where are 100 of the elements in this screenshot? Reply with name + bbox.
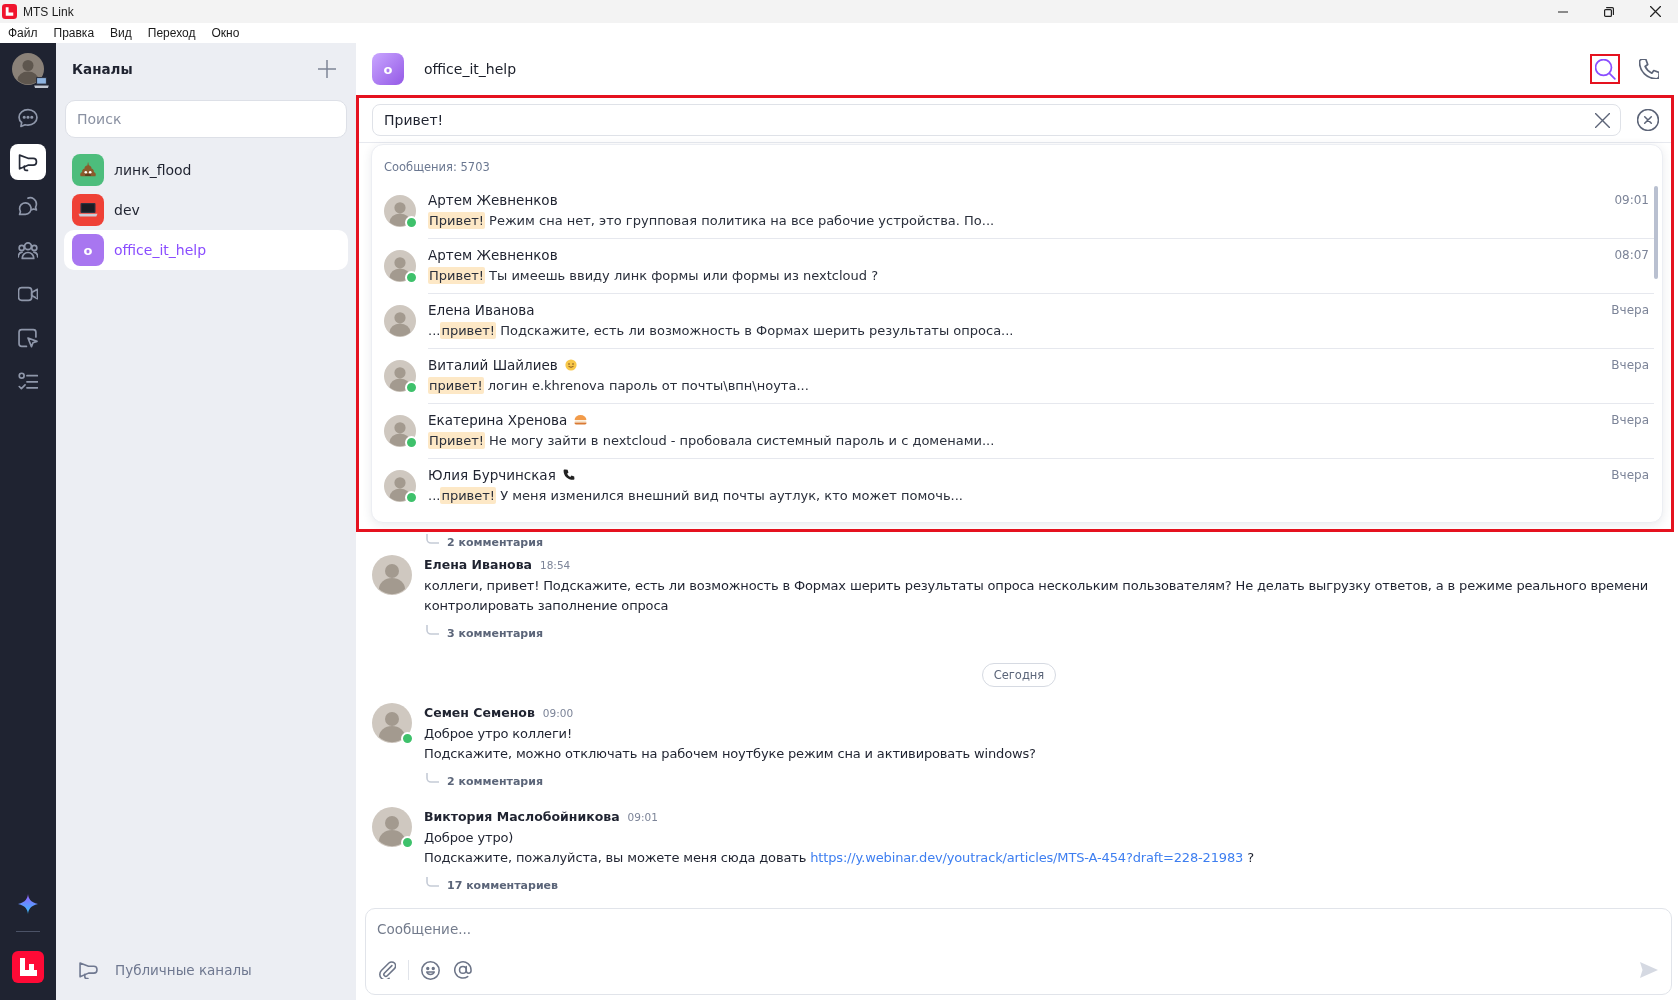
menu-item[interactable]: Вид	[103, 23, 139, 43]
message-link[interactable]: https://y.webinar.dev/youtrack/articles/MTS-A-454?draft=228-21983	[810, 850, 1244, 865]
author-name: Артем Жевненков	[428, 192, 558, 208]
clear-search-button[interactable]	[1595, 112, 1610, 128]
author-name: Виталий Шайлиев	[428, 357, 558, 373]
author-name: Елена Иванова	[424, 556, 532, 574]
menu-item[interactable]: Переход	[140, 23, 203, 43]
smiley-icon	[564, 359, 577, 371]
results-count: Сообщения: 5703	[383, 159, 491, 176]
thread-line-icon	[426, 534, 439, 544]
minimize-icon	[1558, 10, 1568, 13]
public-channels-button[interactable]: Публичные каналы	[79, 950, 252, 990]
user-avatar	[384, 250, 416, 282]
chat-bubble-icon	[18, 108, 38, 128]
emoji-button[interactable]	[421, 960, 440, 980]
search-button[interactable]	[1590, 54, 1620, 84]
burger-icon	[574, 415, 588, 425]
channel-item[interactable]: линк_flood	[64, 150, 348, 190]
channel-avatar: o	[72, 234, 104, 266]
channel-item[interactable]: dev	[64, 190, 348, 230]
search-result[interactable]: Виталий Шайлиев Вчера привет! логин e.khrenova пароль от почты\впн\ноута...	[372, 349, 1662, 404]
scrollbar-thumb[interactable]	[1654, 186, 1658, 279]
author-name: Семен Семенов	[424, 704, 535, 722]
message-snippet: ...привет! У меня изменился внешний вид почты аутлук, кто может помочь...	[428, 486, 964, 506]
speech-bubbles-icon	[18, 196, 38, 216]
menu-item[interactable]: Правка	[46, 23, 102, 43]
message-snippet: привет! логин e.khrenova пароль от почты\впн\ноута...	[428, 376, 810, 396]
message-time: 09:00	[542, 706, 574, 721]
message-input[interactable]: Сообщение...	[377, 919, 1660, 939]
message-text: Подскажите, пожалуйста, вы можете меня сюда довать https://y.webinar.dev/youtrack/articles/MTS-A-454?draft=228-21983 ?	[424, 849, 1255, 867]
search-result[interactable]: Екатерина Хренова Вчера Привет! Не могу зайти в nextcloud - пробовала системный пароль и с доменами...	[372, 404, 1662, 459]
assistant-button[interactable]	[18, 894, 38, 914]
author-name: Екатерина Хренова	[428, 412, 568, 428]
author-name: Виктория Маслобойникова	[424, 808, 620, 826]
attach-button[interactable]	[378, 961, 396, 979]
message-snippet: Привет! Ты имеешь ввиду линк формы или формы из nextcloud ?	[428, 266, 880, 286]
user-avatar	[384, 195, 416, 227]
window-title: MTS Link	[23, 4, 74, 19]
message-snippet: Привет! Режим сна нет, это групповая политика на все рабочие устройства. По...	[428, 211, 996, 231]
search-result[interactable]: Артем Жевненков 08:07 Привет! Ты имеешь ввиду линк формы или формы из nextcloud ?	[372, 239, 1662, 294]
phone-icon	[1639, 59, 1659, 79]
phone-icon	[562, 469, 575, 481]
user-avatar	[384, 470, 416, 502]
message-time: Вчера	[1611, 358, 1650, 372]
megaphone-icon	[79, 961, 98, 979]
author-name: Елена Иванова	[428, 302, 535, 318]
close-icon	[1595, 112, 1610, 128]
message-text: Доброе утро)	[424, 829, 515, 847]
message-time: Вчера	[1611, 413, 1650, 427]
mention-button[interactable]	[454, 961, 472, 979]
user-avatar	[384, 415, 416, 447]
message-time: 18:54	[540, 558, 571, 573]
restore-icon	[1604, 6, 1614, 17]
channel-title: office_it_help	[424, 61, 517, 77]
user-avatar	[384, 360, 416, 392]
message-snippet: ...привет! Подскажите, есть ли возможность в Формах шерить результаты опроса...	[428, 321, 1015, 341]
message-time: 09:01	[1614, 193, 1650, 207]
comments-link[interactable]: 17 комментариев	[447, 878, 558, 892]
user-avatar	[372, 807, 412, 847]
menu-item[interactable]: Окно	[204, 23, 247, 43]
comments-link[interactable]: 2 комментария	[447, 774, 543, 788]
channels-button[interactable]	[10, 144, 46, 180]
message-time: Вчера	[1611, 468, 1650, 482]
send-icon	[1639, 961, 1659, 979]
close-search-button[interactable]	[1637, 109, 1659, 131]
channel-item[interactable]: o office_it_help	[64, 230, 348, 270]
video-camera-icon	[18, 284, 38, 304]
message-snippet: Привет! Не могу зайти в nextcloud - пробовала системный пароль и с доменами...	[428, 431, 996, 451]
laptop-icon	[34, 77, 49, 88]
people-icon	[18, 240, 38, 260]
thread-line-icon	[426, 877, 439, 887]
board-cursor-icon	[18, 328, 38, 348]
home-button[interactable]	[12, 951, 44, 983]
author-name: Артем Жевненков	[428, 247, 558, 263]
message-time: 09:01	[627, 810, 658, 825]
author-name: Юлия Бурчинская	[428, 467, 556, 483]
message-text: Доброе утро коллеги!	[424, 725, 573, 743]
search-result[interactable]: Артем Жевненков 09:01 Привет! Режим сна нет, это групповая политика на все рабочие устройства. По...	[372, 184, 1662, 239]
message-text: коллеги, привет! Подскажите, есть ли возможность в Формах шерить результаты опроса нескольким пользователям? Не делать выгрузку ответов, а в режиме реального времени контролировать заполнение опроса	[424, 577, 1650, 615]
checklist-icon	[18, 372, 38, 392]
sparkle-icon	[18, 894, 38, 914]
close-icon	[1649, 6, 1661, 17]
search-result[interactable]: Елена Иванова Вчера ...привет! Подскажите, есть ли возможность в Формах шерить результаты опроса...	[372, 294, 1662, 349]
user-avatar	[372, 555, 412, 595]
user-avatar	[384, 305, 416, 337]
profile-avatar[interactable]	[12, 53, 44, 85]
plus-icon	[318, 60, 336, 78]
smiley-icon	[421, 960, 440, 980]
menu-item[interactable]: Файл	[1, 23, 45, 43]
megaphone-icon	[18, 152, 38, 172]
comments-link[interactable]: 3 комментария	[447, 626, 543, 640]
search-icon	[1594, 58, 1616, 80]
message-time: 08:07	[1614, 248, 1650, 262]
message-time: Вчера	[1611, 303, 1650, 317]
panel-title: Каналы	[72, 61, 133, 77]
channel-avatar: o	[372, 53, 404, 85]
channel-search-field[interactable]: Поиск	[65, 100, 347, 138]
search-result[interactable]: Юлия Бурчинская Вчера ...привет! У меня изменился внешний вид почты аутлук, кто может помочь...	[372, 459, 1662, 513]
comments-link[interactable]: 2 комментария	[447, 535, 543, 549]
user-avatar	[372, 703, 412, 743]
